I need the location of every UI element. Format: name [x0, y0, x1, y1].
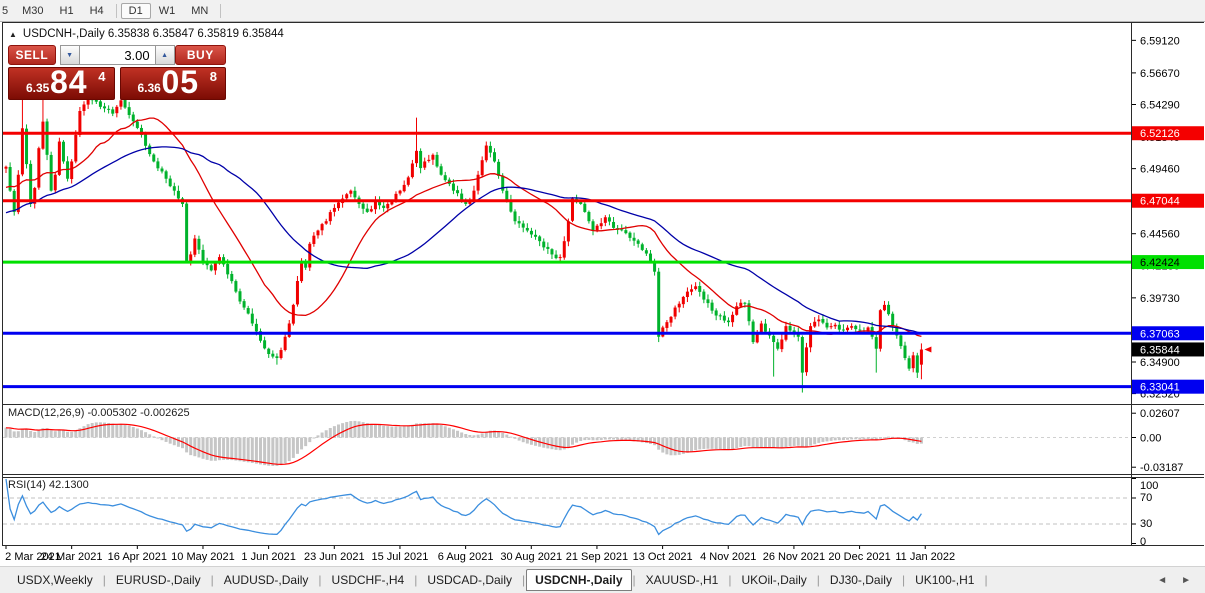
svg-text:70: 70	[1140, 492, 1152, 504]
chart-area: 6.591206.566706.542906.518406.494606.445…	[0, 22, 1205, 565]
svg-text:6.47044: 6.47044	[1140, 196, 1180, 208]
level-badge-6.37063: 6.37063	[1132, 326, 1204, 340]
svg-text:6.44560: 6.44560	[1140, 229, 1180, 241]
sell-price-big: 84	[50, 64, 88, 101]
price-chart[interactable]: 6.591206.566706.542906.518406.494606.445…	[0, 22, 1205, 566]
current-price-badge: 6.35844	[1132, 342, 1204, 356]
svg-text:6.42424: 6.42424	[1140, 257, 1180, 269]
svg-text:26 Nov 2021: 26 Nov 2021	[763, 551, 825, 563]
volume-stepper: ▼ 3.00 ▲	[60, 45, 175, 65]
svg-text:11 Jan 2022: 11 Jan 2022	[895, 551, 955, 563]
volume-input[interactable]: 3.00	[80, 45, 155, 65]
timeframe-d1-button[interactable]: D1	[121, 3, 151, 19]
svg-text:-0.03187: -0.03187	[1140, 462, 1183, 474]
level-badge-6.52126: 6.52126	[1132, 126, 1204, 140]
svg-text:13 Oct 2021: 13 Oct 2021	[633, 551, 693, 563]
svg-text:6.56670: 6.56670	[1140, 68, 1180, 80]
svg-text:6.59120: 6.59120	[1140, 35, 1180, 47]
buy-price-sup: 8	[210, 69, 217, 84]
timeframe-h1-button[interactable]: H1	[52, 3, 82, 19]
chart-tab-usdchf-h4[interactable]: USDCHF-,H4	[323, 569, 414, 591]
svg-text:21 Sep 2021: 21 Sep 2021	[566, 551, 628, 563]
tabs-scroll-left-icon[interactable]: ◄	[1157, 575, 1167, 586]
rsi-label: RSI(14) 42.1300	[8, 479, 89, 491]
svg-text:6.54290: 6.54290	[1140, 99, 1180, 111]
svg-text:4 Nov 2021: 4 Nov 2021	[700, 551, 756, 563]
svg-text:6.33041: 6.33041	[1140, 382, 1180, 394]
svg-text:1 Jun 2021: 1 Jun 2021	[241, 551, 295, 563]
chart-tab-audusd-daily[interactable]: AUDUSD-,Daily	[215, 569, 318, 591]
buy-button[interactable]: BUY	[175, 45, 226, 65]
svg-text:23 Jun 2021: 23 Jun 2021	[304, 551, 365, 563]
toolbar-separator	[116, 4, 117, 18]
chart-tab-usdcnh-daily[interactable]: USDCNH-,Daily	[526, 569, 631, 591]
chart-title: ▲ USDCNH-,Daily 6.35838 6.35847 6.35819 …	[9, 28, 284, 40]
chart-tab-ukoil-daily[interactable]: UKOil-,Daily	[732, 569, 815, 591]
svg-text:30 Aug 2021: 30 Aug 2021	[500, 551, 562, 563]
timeframe-m5-button[interactable]: 5	[0, 3, 14, 19]
svg-text:24 Mar 2021: 24 Mar 2021	[41, 551, 103, 563]
svg-text:6.49460: 6.49460	[1140, 164, 1180, 176]
collapse-panel-icon[interactable]: ▲	[9, 30, 17, 39]
svg-text:0: 0	[1140, 536, 1146, 548]
svg-text:30: 30	[1140, 518, 1152, 530]
chart-tab-xauusd-h1[interactable]: XAUUSD-,H1	[637, 569, 728, 591]
svg-text:10 May 2021: 10 May 2021	[171, 551, 235, 563]
svg-text:20 Dec 2021: 20 Dec 2021	[828, 551, 890, 563]
buy-price-big: 05	[162, 64, 200, 101]
svg-text:6.39730: 6.39730	[1140, 293, 1180, 305]
svg-text:0.00: 0.00	[1140, 433, 1161, 445]
svg-text:0.02607: 0.02607	[1140, 408, 1180, 420]
toolbar-separator	[220, 4, 221, 18]
one-click-trading-panel: SELL ▼ 3.00 ▲ BUY 6.35 84 4 6.36 05 8	[8, 45, 226, 100]
svg-text:15 Jul 2021: 15 Jul 2021	[372, 551, 429, 563]
timeframe-w1-button[interactable]: W1	[151, 3, 184, 19]
svg-text:6.37063: 6.37063	[1140, 328, 1180, 340]
chart-tab-usdx-weekly[interactable]: USDX,Weekly	[8, 569, 102, 591]
sell-price-prefix: 6.35	[26, 81, 49, 95]
svg-text:6 Aug 2021: 6 Aug 2021	[438, 551, 494, 563]
chart-tabs-bar: USDX,Weekly|EURUSD-,Daily|AUDUSD-,Daily|…	[0, 566, 1205, 593]
level-badge-6.47044: 6.47044	[1132, 194, 1204, 208]
volume-increase-icon[interactable]: ▲	[155, 45, 175, 65]
timeframe-toolbar: 5 M30 H1 H4 D1 W1 MN	[0, 0, 1205, 22]
svg-text:6.52126: 6.52126	[1140, 128, 1180, 140]
svg-text:6.34900: 6.34900	[1140, 357, 1180, 369]
sell-quote-box[interactable]: 6.35 84 4	[8, 67, 115, 100]
chart-tab-eurusd-daily[interactable]: EURUSD-,Daily	[107, 569, 210, 591]
svg-text:6.35844: 6.35844	[1140, 344, 1180, 356]
level-badge-6.33041: 6.33041	[1132, 380, 1204, 394]
buy-price-prefix: 6.36	[138, 81, 161, 95]
tabs-scroll-arrows: ◄ ►	[1157, 567, 1191, 593]
mt4-window: 5 M30 H1 H4 D1 W1 MN 6.59120 6.56670 6.542…	[0, 0, 1205, 593]
timeframe-m30-button[interactable]: M30	[14, 3, 51, 19]
level-badge-6.42424: 6.42424	[1132, 255, 1204, 269]
chart-tab-usdcad-daily[interactable]: USDCAD-,Daily	[418, 569, 521, 591]
sell-price-sup: 4	[98, 69, 105, 84]
sell-button[interactable]: SELL	[8, 45, 56, 65]
svg-text:100: 100	[1140, 480, 1158, 492]
tab-separator: |	[983, 573, 988, 587]
timeframe-h4-button[interactable]: H4	[82, 3, 112, 19]
svg-text:16 Apr 2021: 16 Apr 2021	[108, 551, 167, 563]
timeframe-mn-button[interactable]: MN	[183, 3, 216, 19]
macd-label: MACD(12,26,9) -0.005302 -0.002625	[8, 407, 190, 419]
chart-tab-dj30-daily[interactable]: DJ30-,Daily	[821, 569, 901, 591]
volume-decrease-icon[interactable]: ▼	[60, 45, 80, 65]
chart-title-text: USDCNH-,Daily 6.35838 6.35847 6.35819 6.…	[23, 28, 284, 40]
buy-quote-box[interactable]: 6.36 05 8	[120, 67, 227, 100]
tabs-scroll-right-icon[interactable]: ►	[1181, 575, 1191, 586]
chart-tab-uk100-h1[interactable]: UK100-,H1	[906, 569, 983, 591]
